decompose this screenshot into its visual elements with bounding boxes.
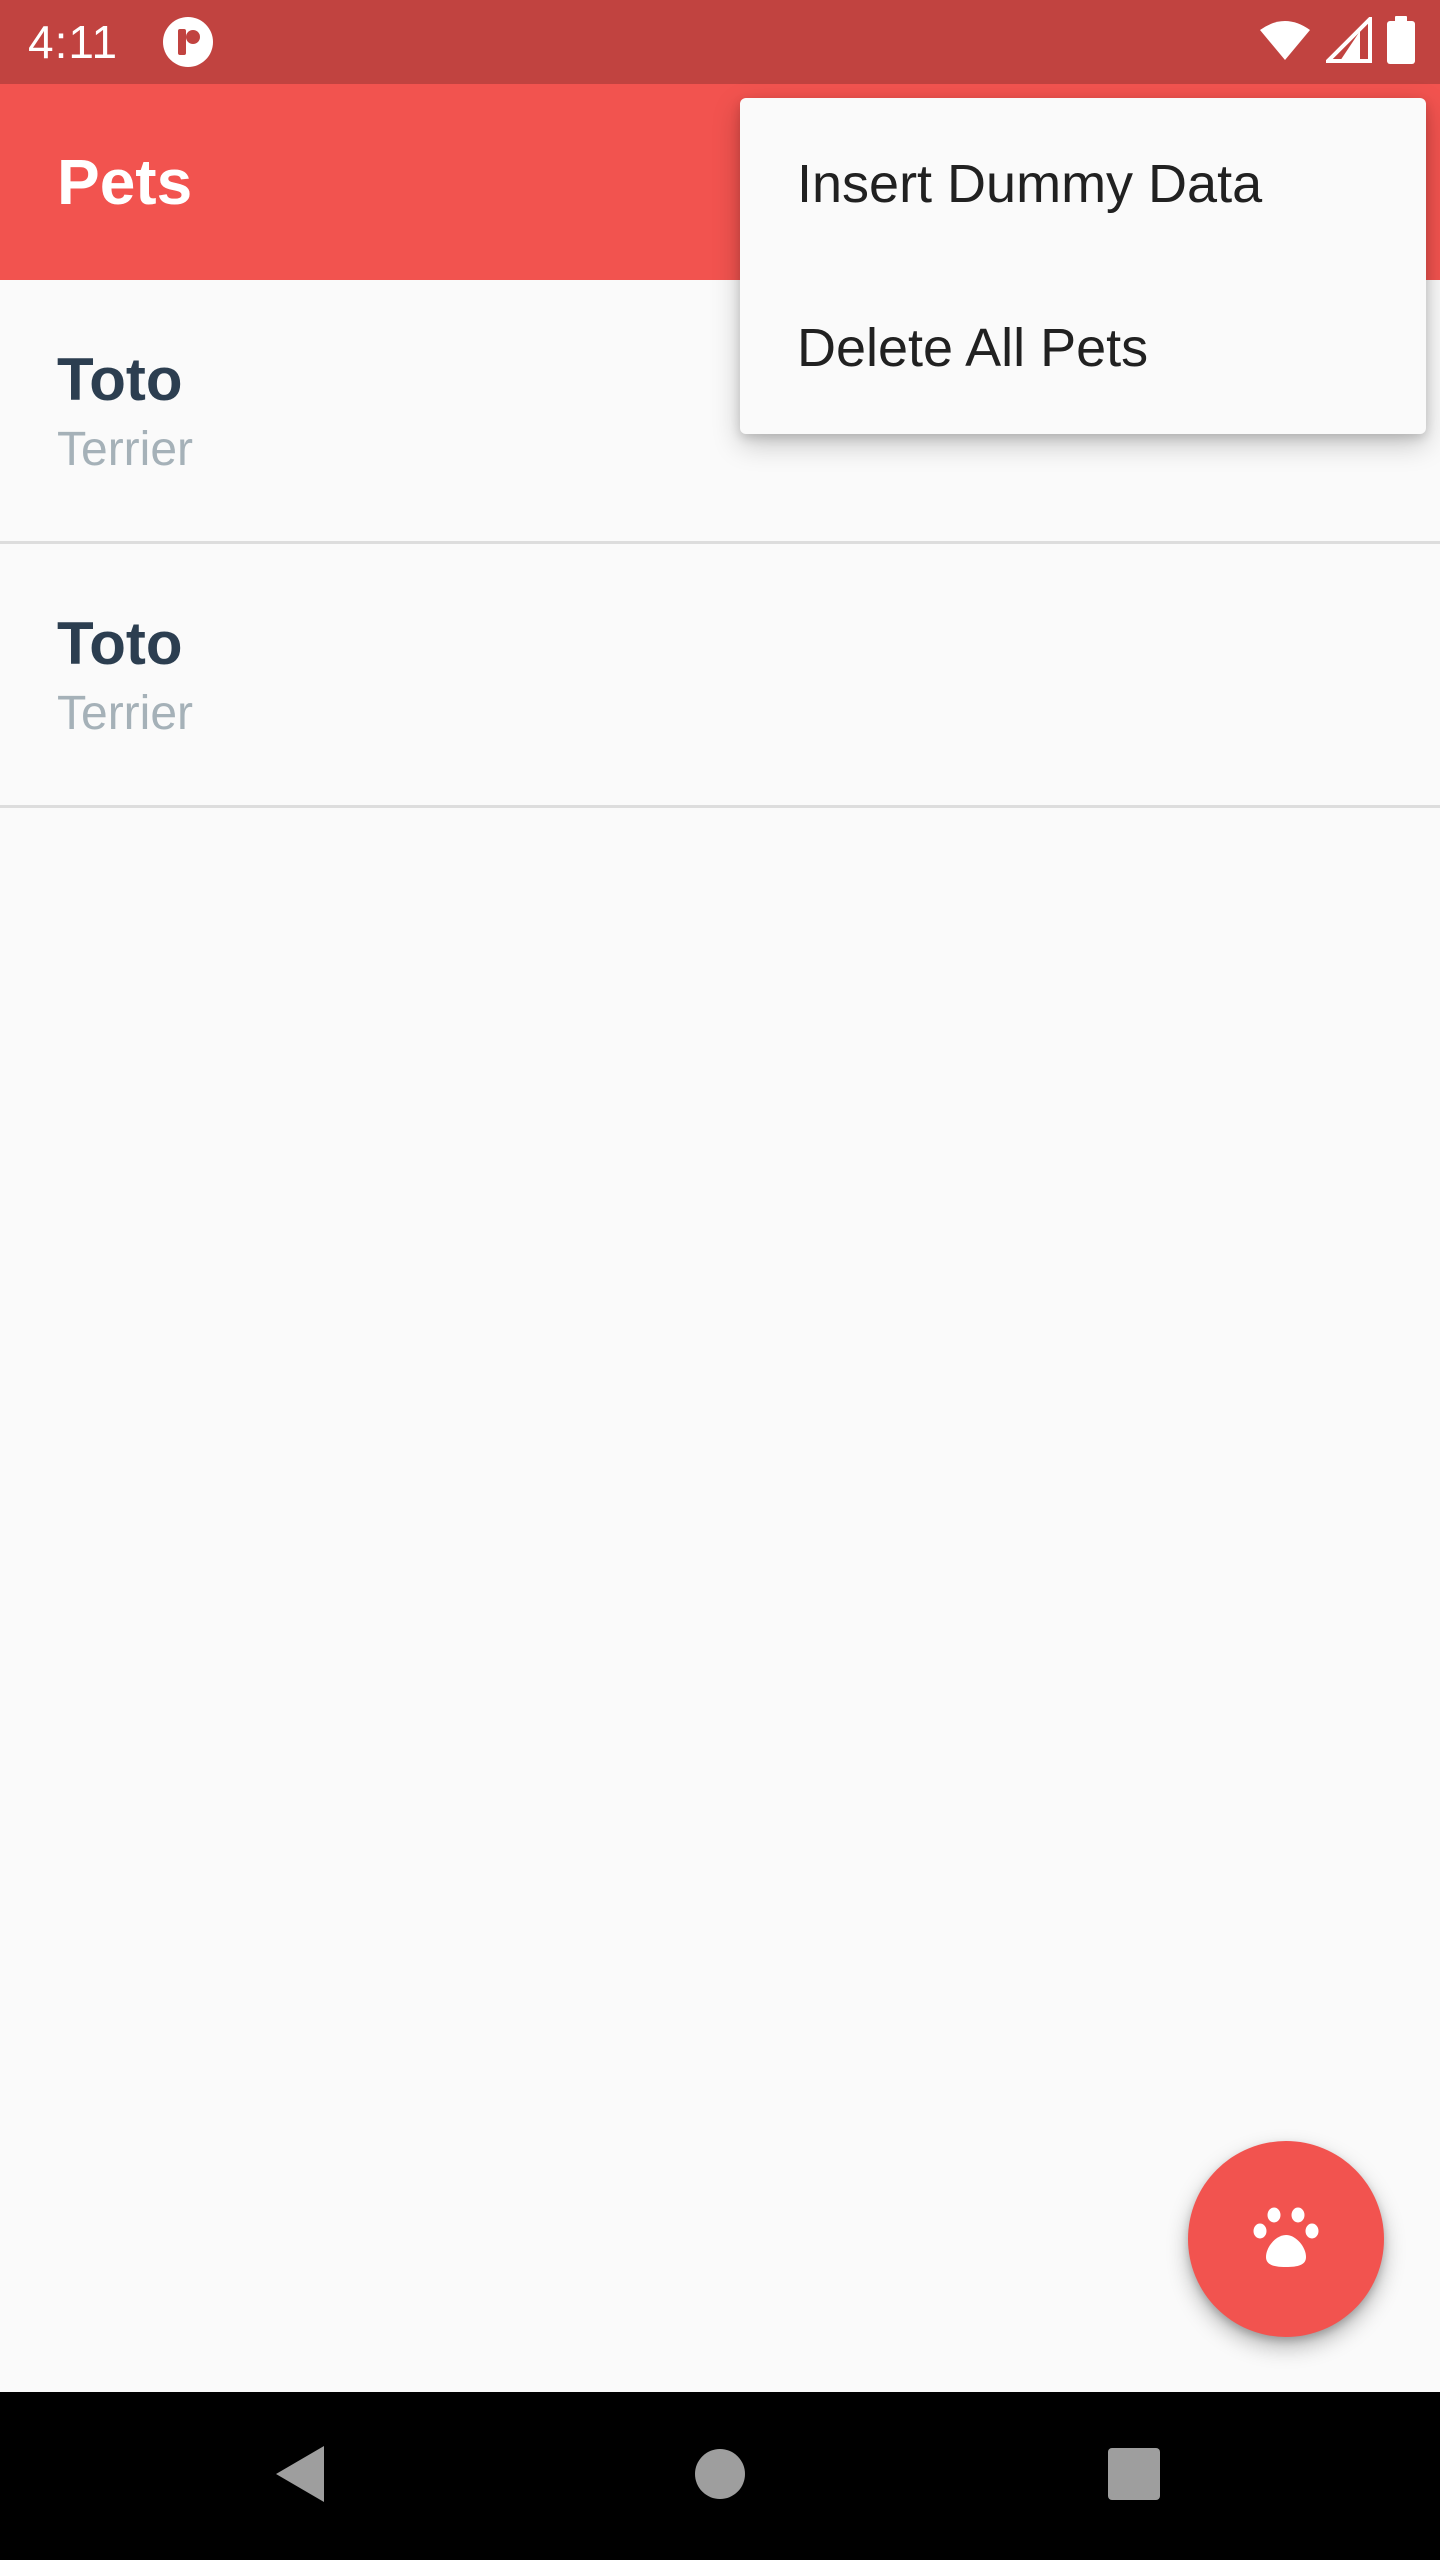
app-notification-icon	[162, 16, 214, 68]
battery-icon	[1386, 15, 1416, 69]
back-icon	[272, 2444, 328, 2509]
add-pet-button[interactable]	[1188, 2141, 1384, 2337]
menu-item-insert-dummy-data[interactable]: Insert Dummy Data	[740, 98, 1426, 266]
pets-screen: 4:11 Pets Toto Terrier Toto Terrier Inse…	[0, 0, 1440, 2560]
back-button[interactable]	[220, 2392, 380, 2560]
status-icons	[1258, 13, 1416, 69]
status-bar: 4:11	[0, 0, 1440, 84]
paw-icon	[1252, 2205, 1320, 2274]
pet-breed: Terrier	[57, 423, 194, 476]
recents-icon	[1107, 2447, 1161, 2506]
home-button[interactable]	[640, 2392, 800, 2560]
page-title: Pets	[57, 146, 193, 218]
signal-icon	[1323, 13, 1372, 68]
navigation-bar	[0, 2392, 1440, 2560]
wifi-icon	[1258, 18, 1312, 67]
recents-button[interactable]	[1054, 2392, 1214, 2560]
menu-item-delete-all-pets[interactable]: Delete All Pets	[740, 266, 1426, 434]
overflow-menu: Insert Dummy Data Delete All Pets	[740, 98, 1426, 434]
pet-name: Toto	[57, 346, 183, 413]
pet-breed: Terrier	[57, 687, 194, 740]
list-item[interactable]: Toto Terrier	[0, 544, 1440, 808]
pet-name: Toto	[57, 610, 183, 677]
home-icon	[694, 2448, 746, 2505]
status-time: 4:11	[28, 16, 119, 68]
